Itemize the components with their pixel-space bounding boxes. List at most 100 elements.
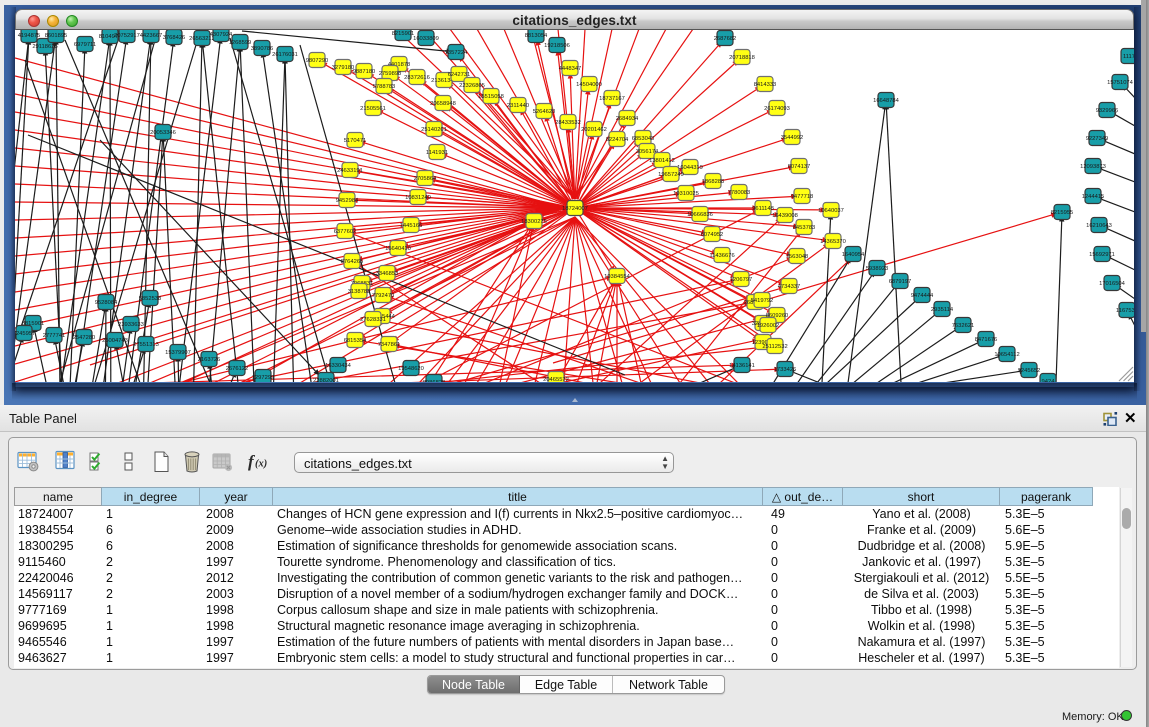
svg-text:25140261: 25140261 — [421, 127, 447, 133]
svg-text:2684934: 2684934 — [616, 116, 639, 122]
svg-text:7780083: 7780083 — [728, 190, 751, 196]
svg-text:20465572: 20465572 — [543, 377, 569, 382]
svg-text:18300275: 18300275 — [521, 219, 547, 225]
svg-text:5264628: 5264628 — [533, 109, 556, 115]
svg-text:6853043: 6853043 — [632, 136, 655, 142]
svg-text:2759898: 2759898 — [379, 71, 402, 77]
svg-text:1733426: 1733426 — [774, 367, 797, 373]
svg-text:16648784: 16648784 — [873, 98, 900, 104]
svg-text:3890786: 3890786 — [251, 46, 274, 52]
svg-text:15692971: 15692971 — [1089, 252, 1115, 258]
svg-text:8074137: 8074137 — [788, 164, 811, 170]
svg-text:7245957: 7245957 — [15, 331, 35, 337]
svg-text:2777741: 2777741 — [43, 333, 66, 339]
svg-text:3346853: 3346853 — [376, 271, 399, 277]
svg-text:8471676: 8471676 — [975, 337, 998, 343]
svg-text:1167534: 1167534 — [1116, 308, 1134, 314]
svg-text:11436676: 11436676 — [709, 253, 734, 259]
svg-text:1141931: 1141931 — [426, 150, 448, 156]
svg-text:22326865: 22326865 — [459, 83, 485, 89]
svg-text:16330434: 16330434 — [325, 363, 352, 369]
svg-text:7347861: 7347861 — [378, 342, 401, 348]
svg-text:7792470: 7792470 — [372, 293, 395, 299]
svg-text:5788783: 5788783 — [373, 84, 396, 90]
svg-text:20718818: 20718818 — [729, 55, 755, 61]
svg-text:10640037: 10640037 — [818, 208, 844, 214]
svg-text:28372616: 28372616 — [404, 75, 430, 81]
svg-text:26176031: 26176031 — [272, 52, 298, 58]
svg-text:15751074: 15751074 — [1107, 80, 1134, 86]
svg-text:3279180: 3279180 — [332, 65, 355, 71]
svg-text:29118625: 29118625 — [32, 44, 57, 50]
svg-text:16033809: 16033809 — [413, 36, 439, 42]
svg-text:7632621: 7632621 — [952, 323, 975, 329]
svg-text:8215901: 8215901 — [392, 31, 415, 37]
svg-text:9329966: 9329966 — [1096, 108, 1119, 114]
svg-text:26174093: 26174093 — [764, 106, 790, 112]
svg-text:19657249: 19657249 — [658, 172, 684, 178]
svg-text:25112532: 25112532 — [762, 344, 787, 350]
svg-text:6377602: 6377602 — [334, 229, 357, 235]
svg-text:6979711: 6979711 — [74, 42, 96, 48]
svg-text:23933633: 23933633 — [118, 322, 144, 328]
svg-text:6815354: 6815354 — [344, 338, 367, 344]
svg-text:4423667: 4423667 — [140, 33, 163, 39]
svg-text:1640954: 1640954 — [842, 252, 865, 258]
svg-text:19218506: 19218506 — [544, 43, 570, 49]
svg-text:8414333: 8414333 — [754, 82, 777, 88]
svg-text:19310025: 19310025 — [673, 191, 699, 197]
svg-text:1206797: 1206797 — [730, 277, 753, 283]
svg-text:4734337: 4734337 — [778, 284, 801, 290]
svg-text:8813054: 8813054 — [525, 33, 548, 39]
svg-text:8986828: 8986828 — [423, 380, 446, 382]
svg-text:5170471: 5170471 — [344, 138, 367, 144]
svg-text:14365370: 14365370 — [820, 239, 846, 245]
svg-text:4194875: 4194875 — [18, 33, 41, 39]
svg-text:1117: 1117 — [1123, 54, 1134, 60]
svg-text:16439008: 16439008 — [772, 213, 798, 219]
svg-text:18724007: 18724007 — [562, 206, 588, 212]
svg-text:8764265: 8764265 — [341, 259, 364, 265]
svg-text:19384554: 19384554 — [604, 274, 631, 280]
svg-text:2311440: 2311440 — [507, 103, 529, 109]
svg-text:7357224: 7357224 — [445, 50, 468, 56]
svg-text:19548620: 19548620 — [398, 366, 424, 372]
svg-text:2676122: 2676122 — [226, 366, 249, 372]
svg-text:4448347: 4448347 — [559, 66, 582, 72]
svg-text:3768426: 3768426 — [163, 35, 186, 41]
svg-text:14136141: 14136141 — [729, 363, 755, 369]
svg-text:6074952: 6074952 — [701, 232, 724, 238]
svg-text:13801412: 13801412 — [649, 158, 675, 164]
svg-text:5852538: 5852538 — [139, 296, 162, 302]
svg-text:14504000: 14504000 — [576, 82, 602, 88]
svg-text:9611148: 9611148 — [752, 206, 774, 212]
svg-text:8215955: 8215955 — [1051, 210, 1074, 216]
svg-text:3544992: 3544992 — [781, 135, 804, 141]
svg-text:16210643: 16210643 — [1086, 223, 1112, 229]
svg-text:21505561: 21505561 — [360, 106, 386, 112]
svg-text:18737167: 18737167 — [599, 96, 625, 102]
svg-text:10666836: 10666836 — [687, 212, 713, 218]
svg-text:3138783: 3138783 — [348, 289, 371, 295]
svg-text:(x): (x) — [255, 459, 267, 470]
svg-text:4307924: 4307924 — [210, 32, 233, 38]
svg-text:8601895: 8601895 — [45, 33, 68, 39]
svg-text:1445166: 1445166 — [400, 223, 423, 229]
svg-text:6879197: 6879197 — [889, 279, 912, 285]
svg-text:2547280: 2547280 — [73, 335, 96, 341]
svg-text:7563048: 7563048 — [786, 254, 809, 260]
svg-text:27628331: 27628331 — [360, 317, 386, 323]
svg-text:2687682: 2687682 — [714, 36, 737, 42]
svg-text:25004743: 25004743 — [102, 338, 128, 344]
svg-text:24633191: 24633191 — [337, 168, 363, 174]
svg-text:20752917: 20752917 — [114, 33, 140, 39]
svg-text:9227349: 9227349 — [1086, 136, 1109, 142]
svg-text:5938923: 5938923 — [866, 266, 889, 272]
svg-text:9474444: 9474444 — [911, 293, 934, 299]
svg-text:20201462: 20201462 — [581, 127, 607, 133]
svg-text:16044319: 16044319 — [677, 165, 703, 171]
svg-text:9807290: 9807290 — [306, 58, 329, 64]
svg-text:10831240: 10831240 — [405, 195, 431, 201]
svg-text:1268599: 1268599 — [229, 40, 252, 46]
svg-text:17016504: 17016504 — [1099, 281, 1126, 287]
